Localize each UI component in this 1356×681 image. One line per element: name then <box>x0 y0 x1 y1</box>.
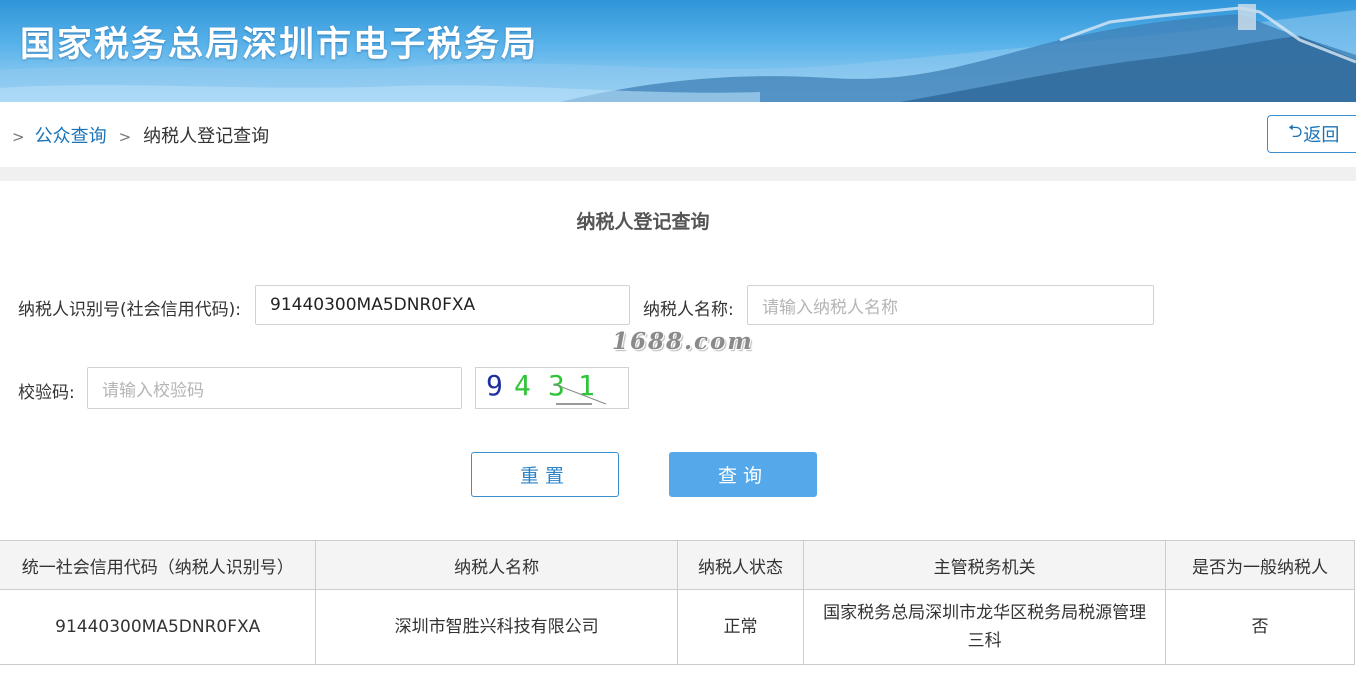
breadcrumb-current: 纳税人登记查询 <box>143 126 270 147</box>
taxpayer-id-label: 纳税人识别号(社会信用代码): <box>18 300 241 320</box>
breadcrumb-link-public-query[interactable]: 公众查询 <box>35 126 107 147</box>
back-button[interactable]: ⮌ 返回 <box>1267 115 1356 153</box>
cell-taxpayer-status: 正常 <box>676 589 805 665</box>
col-header-general-taxpayer: 是否为一般纳税人 <box>1165 540 1355 590</box>
breadcrumb: > 公众查询 > 纳税人登记查询 <box>12 122 269 148</box>
breadcrumb-separator: > <box>118 128 132 146</box>
cell-tax-authority: 国家税务总局深圳市龙华区税务局税源管理三科 <box>803 589 1167 665</box>
col-header-taxpayer-name: 纳税人名称 <box>315 540 678 590</box>
taxpayer-id-input[interactable]: 91440300MA5DNR0FXA <box>255 285 630 325</box>
cell-general-taxpayer: 否 <box>1165 589 1355 665</box>
reset-button[interactable]: 重置 <box>471 452 619 497</box>
cell-taxpayer-name: 深圳市智胜兴科技有限公司 <box>315 589 678 665</box>
site-title: 国家税务总局深圳市电子税务局 <box>20 25 539 65</box>
breadcrumb-separator: > <box>12 128 25 146</box>
table-header-row: 统一社会信用代码（纳税人识别号） 纳税人名称 纳税人状态 主管税务机关 是否为一… <box>0 540 1355 590</box>
captcha-noise <box>553 383 607 405</box>
col-header-credit-code: 统一社会信用代码（纳税人识别号） <box>0 540 317 590</box>
col-header-taxpayer-status: 纳税人状态 <box>676 540 805 590</box>
header-banner: 国家税务总局深圳市电子税务局 <box>0 0 1356 102</box>
captcha-image[interactable]: 9 4 3 1 <box>475 367 629 409</box>
verify-code-label: 校验码: <box>18 383 75 403</box>
section-divider <box>0 167 1356 181</box>
table-row: 91440300MA5DNR0FXA 深圳市智胜兴科技有限公司 正常 国家税务总… <box>0 589 1355 665</box>
results-table: 统一社会信用代码（纳税人识别号） 纳税人名称 纳税人状态 主管税务机关 是否为一… <box>0 540 1355 665</box>
col-header-tax-authority: 主管税务机关 <box>803 540 1167 590</box>
undo-arrow-icon: ⮌ <box>1288 121 1303 142</box>
taxpayer-name-input[interactable]: 请输入纳税人名称 <box>747 285 1154 325</box>
back-button-label: 返回 <box>1303 125 1340 146</box>
verify-code-input[interactable]: 请输入校验码 <box>87 367 462 409</box>
cell-credit-code: 91440300MA5DNR0FXA <box>0 589 317 665</box>
watermark-text: 1688.com <box>612 328 754 355</box>
form-title: 纳税人登记查询 <box>576 211 710 233</box>
taxpayer-name-label: 纳税人名称: <box>643 300 734 320</box>
query-button[interactable]: 查询 <box>669 452 817 497</box>
